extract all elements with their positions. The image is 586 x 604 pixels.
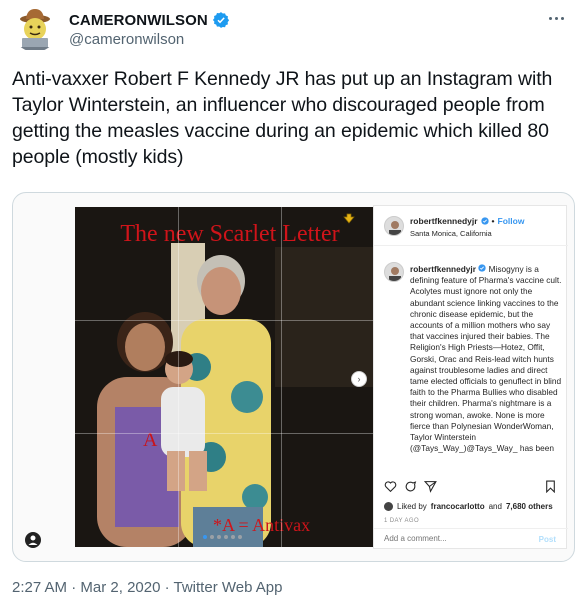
avatar[interactable] (384, 216, 404, 236)
save-icon[interactable] (343, 213, 355, 225)
user-icon[interactable] (25, 532, 41, 548)
share-icon[interactable] (424, 480, 437, 493)
instagram-sidebar: robertfkennedyjr • Follow Santa Monica, … (373, 205, 568, 550)
author-name-row: CAMERONWILSON (69, 11, 230, 29)
display-name[interactable]: CAMERONWILSON (69, 12, 208, 29)
bookmark-icon[interactable] (544, 480, 557, 493)
verified-badge-icon (478, 264, 486, 272)
post-actions (384, 480, 558, 496)
username[interactable]: robertfkennedyjr (410, 216, 478, 226)
likes-line: Liked by francocarlotto and 7,680 others (384, 502, 553, 511)
tweet-time[interactable]: 2:27 AM (12, 579, 67, 596)
handle[interactable]: @cameronwilson (69, 31, 184, 48)
caption-username[interactable]: robertfkennedyjr (410, 264, 476, 274)
avatar[interactable] (384, 262, 404, 282)
verified-badge-icon (480, 217, 489, 225)
avatar[interactable] (384, 502, 393, 511)
follow-separator: • (491, 216, 495, 226)
post-title: The new Scarlet Letter (120, 221, 340, 247)
location[interactable]: Santa Monica, California (410, 229, 492, 238)
more-options-icon[interactable] (542, 8, 570, 28)
likes-count[interactable]: 7,680 others (506, 502, 553, 511)
comment-icon[interactable] (404, 480, 417, 493)
family-photo (75, 207, 385, 547)
post-header: robertfkennedyjr • Follow Santa Monica, … (374, 206, 568, 246)
caption-body: Misogyny is a defining feature of Pharma… (410, 264, 562, 454)
meta-separator: · (71, 579, 77, 596)
tweet-source[interactable]: Twitter Web App (174, 579, 283, 596)
tweet-meta: 2:27 AM · Mar 2, 2020 · Twitter Web App (12, 579, 282, 596)
grid-line (75, 433, 385, 434)
username-row: robertfkennedyjr • Follow (410, 216, 524, 226)
liked-by-user[interactable]: francocarlotto (431, 502, 485, 511)
cowboy-laptop-emoji-icon (19, 9, 51, 50)
tweet-header: CAMERONWILSON @cameronwilson (12, 4, 574, 54)
heart-icon[interactable] (384, 480, 397, 493)
post-comment-button[interactable]: Post (539, 535, 556, 544)
grid-line (178, 207, 179, 547)
tweet-text: Anti-vaxxer Robert F Kennedy JR has put … (12, 68, 553, 168)
grid-line (75, 320, 385, 321)
post-image-caption: *A = Antivax (213, 515, 311, 535)
comment-input[interactable] (384, 534, 524, 543)
follow-button[interactable]: Follow (498, 216, 525, 226)
meta-separator: · (164, 579, 170, 596)
post-date[interactable]: 1 DAY AGO (384, 518, 419, 524)
likes-and: and (488, 502, 502, 511)
embedded-image[interactable]: The new Scarlet Letter A *A = Antivax › … (12, 192, 575, 562)
tweet-date[interactable]: Mar 2, 2020 (80, 579, 160, 596)
likes-prefix: Liked by (397, 502, 427, 511)
carousel-dots (203, 535, 242, 539)
caption: robertfkennedyjr Misogyny is a defining … (384, 262, 562, 472)
avatar[interactable] (12, 6, 58, 52)
next-arrow-icon[interactable]: › (351, 371, 367, 387)
instagram-photo: The new Scarlet Letter A *A = Antivax (75, 207, 385, 547)
verified-badge-icon (212, 12, 229, 28)
grid-line (281, 207, 282, 547)
caption-text: robertfkennedyjr Misogyny is a defining … (410, 264, 562, 454)
comment-bar: Post (374, 528, 568, 550)
